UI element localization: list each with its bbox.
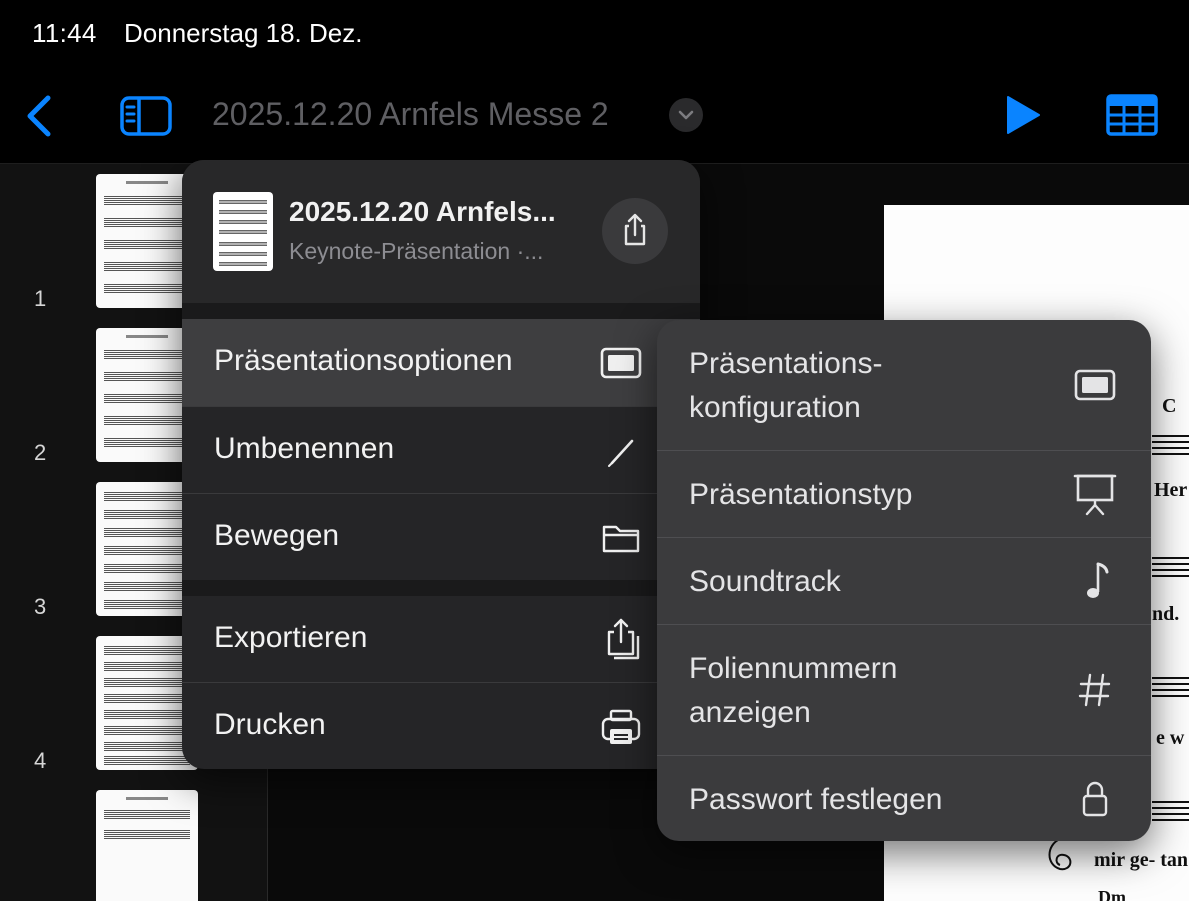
slide-text: nd. [1152, 603, 1180, 625]
status-bar: 11:44 Donnerstag 18. Dez. [0, 0, 1189, 66]
menu-header: 2025.12.20 Arnfels... Keynote-Präsentati… [182, 160, 700, 303]
toolbar: 2025.12.20 Arnfels Messe 2 [0, 66, 1189, 164]
submenu-item-presentation-type[interactable]: Präsentationstyp [657, 451, 1151, 538]
submenu-item-soundtrack[interactable]: Soundtrack [657, 538, 1151, 625]
menu-separator [182, 303, 700, 319]
menu-item-rename[interactable]: Umbenennen [182, 406, 700, 493]
document-title[interactable]: 2025.12.20 Arnfels Messe 2 [212, 96, 609, 133]
menu-item-label: Umbenennen [214, 432, 395, 465]
clef-icon [1048, 838, 1072, 871]
submenu-item-set-password[interactable]: Passwort festlegen [657, 756, 1151, 841]
menu-item-print[interactable]: Drucken [182, 682, 700, 769]
submenu-item-label: Soundtrack [689, 565, 841, 598]
submenu-item-presentation-configuration[interactable]: Präsentations- konfiguration [657, 320, 1151, 451]
slide-thumbnail[interactable] [96, 790, 198, 901]
status-date: Donnerstag 18. Dez. [124, 18, 363, 48]
easel-icon [1073, 474, 1117, 516]
play-button[interactable] [1004, 94, 1042, 136]
sidebar-toggle-button[interactable] [120, 96, 172, 136]
sidebar-icon [120, 96, 172, 136]
slide-text: mir ge- tan [1094, 849, 1189, 871]
play-icon [1007, 96, 1040, 134]
table-button[interactable] [1106, 94, 1158, 136]
music-note-icon [1087, 562, 1109, 598]
share-button[interactable] [602, 198, 668, 264]
slide-number: 4 [34, 748, 47, 773]
slide-number: 2 [34, 440, 47, 465]
menu-item-label: Präsentationsoptionen [214, 344, 513, 377]
menu-item-label: Exportieren [214, 621, 368, 654]
slide-text: Dm [1098, 887, 1126, 901]
menu-item-export[interactable]: Exportieren [182, 596, 700, 683]
menu-separator [182, 580, 700, 596]
presentation-icon [600, 347, 642, 379]
menu-item-presentation-options[interactable]: Präsentationsoptionen [182, 319, 700, 406]
slide-text: e w [1156, 727, 1185, 749]
hash-icon [1078, 673, 1111, 707]
lock-icon [1082, 781, 1108, 817]
back-button[interactable] [22, 94, 56, 138]
slide-number: 1 [34, 286, 47, 311]
submenu-item-label: Präsentations- konfiguration [689, 347, 883, 424]
pencil-icon [608, 439, 634, 467]
chevron-down-icon [678, 110, 694, 120]
chevron-left-icon [27, 95, 51, 137]
title-menu-button[interactable] [669, 98, 703, 132]
folder-icon [602, 525, 640, 553]
presentation-options-submenu: Präsentations- konfiguration Präsentatio… [657, 320, 1151, 841]
menu-item-label: Drucken [214, 708, 326, 741]
slide-text: C [1162, 395, 1177, 417]
presentation-icon [1074, 369, 1116, 401]
slide-number: 3 [34, 594, 47, 619]
status-time: 11:44 [32, 18, 97, 48]
document-menu: 2025.12.20 Arnfels... Keynote-Präsentati… [182, 160, 700, 769]
submenu-item-show-slide-numbers[interactable]: Foliennummern anzeigen [657, 625, 1151, 756]
menu-item-move[interactable]: Bewegen [182, 493, 700, 580]
document-name: 2025.12.20 Arnfels... [289, 196, 556, 227]
export-icon [607, 618, 640, 660]
menu-item-label: Bewegen [214, 519, 340, 552]
share-icon [624, 213, 646, 246]
table-icon [1106, 94, 1158, 136]
submenu-item-label: Foliennummern anzeigen [689, 652, 898, 729]
slide-text: Her [1154, 479, 1188, 501]
submenu-item-label: Präsentationstyp [689, 478, 913, 511]
document-thumbnail [213, 192, 273, 271]
printer-icon [601, 709, 641, 744]
document-subtitle: Keynote-Präsentation ·... [289, 238, 544, 264]
submenu-item-label: Passwort festlegen [689, 783, 943, 816]
